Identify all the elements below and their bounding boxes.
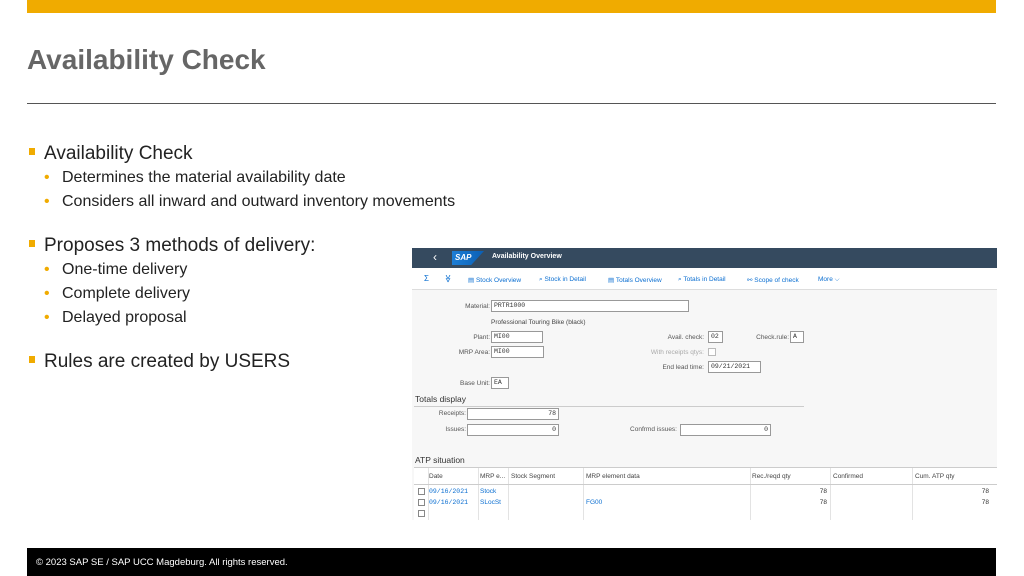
with-receipts-label: With receipts qtys: xyxy=(650,349,704,356)
plant-label: Plant: xyxy=(473,334,490,341)
check-rule-label: Check.rule: xyxy=(756,334,789,341)
issues-field: 0 xyxy=(467,424,559,436)
sub-bullet-text: One-time delivery xyxy=(62,261,188,278)
stock-overview-button[interactable]: ▤ Stock Overview xyxy=(468,276,521,284)
avail-check-field[interactable]: 02 xyxy=(708,331,723,343)
receipts-label: Receipts: xyxy=(438,410,466,417)
row-select-checkbox[interactable] xyxy=(418,510,425,517)
receipts-field: 78 xyxy=(467,408,559,420)
base-unit-label: Base Unit: xyxy=(460,380,490,387)
expand-icon[interactable]: ≫ xyxy=(444,274,453,282)
atp-table: Date MRP e... Stock Segment MRP element … xyxy=(414,467,997,520)
col-mrp-element[interactable]: MRP e... xyxy=(480,473,505,480)
table-cell-mrp-element[interactable]: SLocSt xyxy=(480,499,501,506)
table-cell-mrp-element[interactable]: Stock xyxy=(480,488,496,495)
table-cell-cum-atp: 78 xyxy=(981,488,989,495)
bullet-availability-check: Availability Check xyxy=(27,142,547,166)
atp-situation-heading: ATP situation xyxy=(415,455,465,465)
bullet-text: Proposes 3 methods of delivery: xyxy=(44,235,316,256)
app-title: Availability Overview xyxy=(492,253,562,260)
sub-bullet: • Determines the material availability da… xyxy=(27,166,547,190)
col-confirmed[interactable]: Confirmed xyxy=(833,473,863,480)
sub-bullet: • Considers all inward and outward invent… xyxy=(27,190,547,214)
dot-bullet-icon: • xyxy=(44,285,50,302)
table-cell-qty: 78 xyxy=(819,499,827,506)
copyright-text: © 2023 SAP SE / SAP UCC Magdeburg. All r… xyxy=(36,557,288,568)
table-cell-date[interactable]: 09/16/2021 xyxy=(429,499,468,506)
material-field[interactable]: PRTR1000 xyxy=(491,300,689,312)
scope-of-check-button[interactable]: ⚯ Scope of check xyxy=(747,276,799,284)
sub-bullet-text: Considers all inward and outward invento… xyxy=(62,193,456,210)
back-icon[interactable]: ‹ xyxy=(433,250,437,264)
title-divider xyxy=(27,103,996,104)
bullet-text: Availability Check xyxy=(44,143,193,164)
totals-in-detail-button[interactable]: ⌕ Totals in Detail xyxy=(678,276,726,284)
square-bullet-icon xyxy=(29,240,35,247)
material-label: Material: xyxy=(465,303,490,310)
page-title: Availability Check xyxy=(27,44,266,75)
dot-bullet-icon: • xyxy=(44,261,50,278)
confirmed-issues-field: 0 xyxy=(680,424,771,436)
table-cell-element-data[interactable]: FG00 xyxy=(586,499,602,506)
square-bullet-icon xyxy=(29,148,35,155)
col-stock-segment[interactable]: Stock Segment xyxy=(511,473,555,480)
table-cell-cum-atp: 78 xyxy=(981,499,989,506)
bullet-text: Rules are created by USERS xyxy=(44,351,291,372)
check-rule-field[interactable]: A xyxy=(790,331,804,343)
with-receipts-checkbox[interactable] xyxy=(708,348,716,356)
sub-bullet-text: Complete delivery xyxy=(62,285,191,302)
material-description: Professional Touring Bike (black) xyxy=(491,319,586,326)
sap-logo: SAP xyxy=(452,251,484,265)
row-select-checkbox[interactable] xyxy=(418,488,425,495)
confirmed-issues-label: Confrmd issues: xyxy=(630,426,677,433)
table-cell-date[interactable]: 09/16/2021 xyxy=(429,488,468,495)
top-accent-bar xyxy=(27,0,996,13)
end-lead-time-field[interactable]: 09/21/2021 xyxy=(708,361,761,373)
plant-field[interactable]: MI00 xyxy=(491,331,543,343)
stock-in-detail-button[interactable]: ⌕ Stock in Detail xyxy=(539,276,586,284)
toolbar: Σ ≫ ▤ Stock Overview ⌕ Stock in Detail ▤… xyxy=(412,268,997,290)
shell-bar: ‹ SAP Availability Overview xyxy=(412,248,997,268)
mrp-area-field[interactable]: MI00 xyxy=(491,346,544,358)
row-select-checkbox[interactable] xyxy=(418,499,425,506)
totals-divider xyxy=(414,406,804,407)
more-menu[interactable]: More ⌵ xyxy=(818,276,840,284)
footer-bar: © 2023 SAP SE / SAP UCC Magdeburg. All r… xyxy=(27,548,996,576)
col-rec-reqd-qty[interactable]: Rec./reqd qty xyxy=(752,473,791,480)
dot-bullet-icon: • xyxy=(44,169,50,186)
col-cum-atp-qty[interactable]: Cum. ATP qty xyxy=(915,473,955,480)
sum-icon[interactable]: Σ xyxy=(424,274,429,283)
end-lead-time-label: End lead time: xyxy=(662,364,704,371)
sap-availability-overview-screenshot: ‹ SAP Availability Overview Σ ≫ ▤ Stock … xyxy=(412,248,997,520)
dot-bullet-icon: • xyxy=(44,309,50,326)
square-bullet-icon xyxy=(29,356,35,363)
col-date[interactable]: Date xyxy=(429,473,443,480)
totals-overview-button[interactable]: ▤ Totals Overview xyxy=(608,276,662,284)
sub-bullet-text: Determines the material availability dat… xyxy=(62,169,346,186)
col-mrp-element-data[interactable]: MRP element data xyxy=(586,473,640,480)
base-unit-field[interactable]: EA xyxy=(491,377,509,389)
issues-label: Issues: xyxy=(445,426,466,433)
totals-display-heading: Totals display xyxy=(415,394,467,404)
avail-check-label: Avail. check: xyxy=(667,334,704,341)
sub-bullet-text: Delayed proposal xyxy=(62,309,187,326)
dot-bullet-icon: • xyxy=(44,193,50,210)
table-cell-qty: 78 xyxy=(819,488,827,495)
mrp-area-label: MRP Area: xyxy=(458,349,490,356)
